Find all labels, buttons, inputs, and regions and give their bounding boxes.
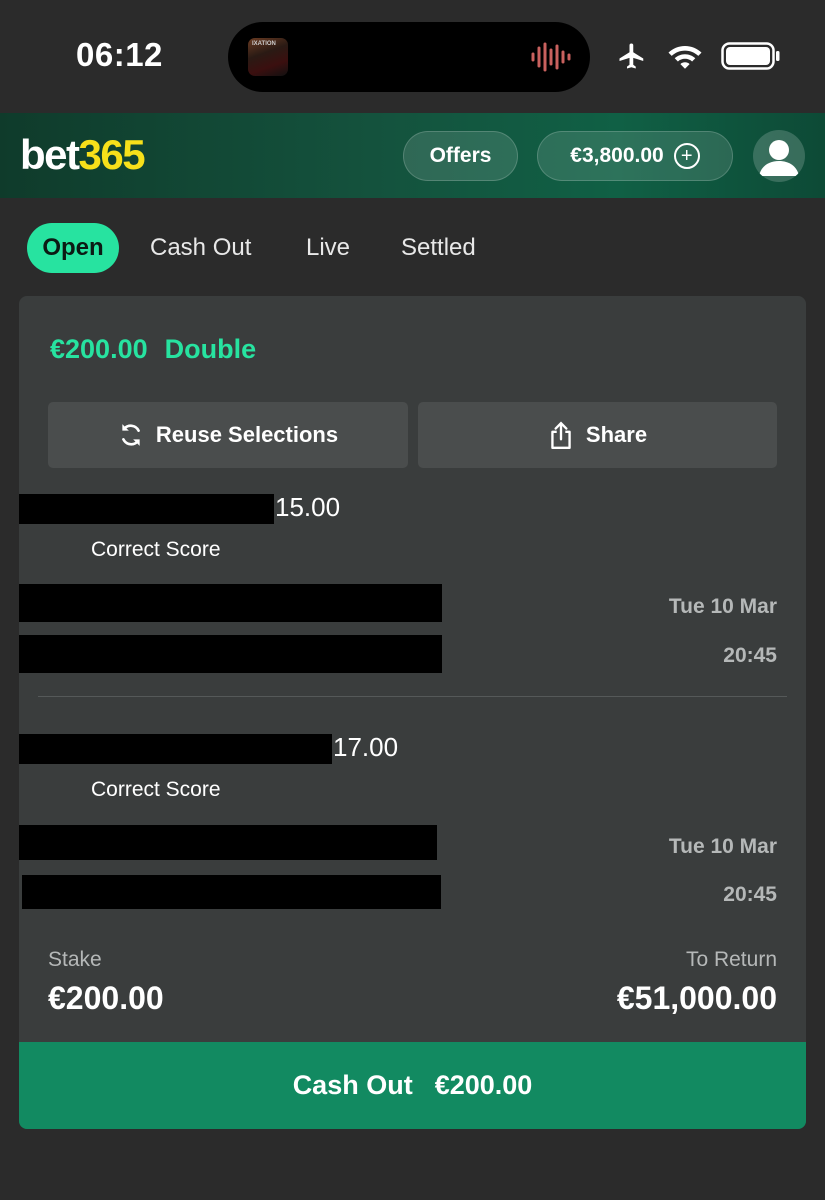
status-bar: 06:12 IXATION [0,0,825,112]
selection-odds: 15.00 [275,492,341,522]
redacted-selection-name [19,494,274,524]
logo-text-365: 365 [78,131,146,178]
to-return-label: To Return [685,948,777,971]
cash-out-label: Cash Out [292,1070,413,1100]
bet-title: €200.00 Double [50,334,256,365]
selection-divider [38,696,787,697]
bet365-logo[interactable]: bet365 [20,131,146,179]
status-icons [615,38,781,74]
reuse-selections-label: Reuse Selections [155,422,339,447]
selection-market: Correct Score [91,778,221,801]
now-playing-artwork: IXATION [248,38,288,76]
redacted-team-name [19,825,437,860]
account-button[interactable] [753,130,805,182]
status-time: 06:12 [76,36,163,73]
selection-market: Correct Score [91,538,221,561]
selection-time: 20:45 [723,883,777,906]
to-return-value: €51,000.00 [616,980,777,1016]
user-icon [759,140,799,176]
redacted-team-name [22,875,441,909]
tab-live[interactable]: Live [306,223,350,273]
artwork-text: IXATION [252,41,276,47]
redacted-team-name [19,584,442,622]
airplane-icon [619,43,644,69]
dynamic-island[interactable]: IXATION [228,22,590,92]
battery-icon [721,42,780,70]
refresh-icon [122,424,140,446]
stake-label: Stake [48,948,102,971]
selection-time: 20:45 [723,644,777,667]
selection-odds: 17.00 [333,732,399,762]
wifi-icon [668,46,702,69]
selection-date: Tue 10 Mar [668,595,777,618]
balance-amount: €3,800.00 [570,144,664,167]
balance-button[interactable]: €3,800.00 + [537,131,733,181]
tab-cash-out[interactable]: Cash Out [150,223,251,273]
share-icon [551,421,571,450]
bet-type: Double [164,334,257,364]
bet-card: €200.00 Double Reuse Selections Share 15… [19,296,806,1129]
tab-open[interactable]: Open [27,223,119,273]
redacted-selection-name [19,734,332,764]
cash-out-button[interactable]: Cash Out €200.00 [19,1042,806,1129]
reuse-selections-button[interactable]: Reuse Selections [48,402,408,468]
stake-value: €200.00 [48,980,164,1016]
share-label: Share [585,422,648,447]
sound-wave-icon [531,42,571,72]
share-button[interactable]: Share [418,402,777,468]
tab-settled[interactable]: Settled [401,223,476,273]
app-header: bet365 Offers €3,800.00 + [0,113,825,198]
bet-filter-tabs: Open Cash Out Live Settled [0,220,825,275]
cash-out-value: €200.00 [434,1070,533,1100]
selection-date: Tue 10 Mar [668,835,777,858]
bet-stake-amount: €200.00 [50,334,148,364]
redacted-team-name [19,635,442,673]
logo-text-bet: bet [20,131,80,178]
add-funds-icon: + [673,143,700,169]
offers-button[interactable]: Offers [403,131,518,181]
